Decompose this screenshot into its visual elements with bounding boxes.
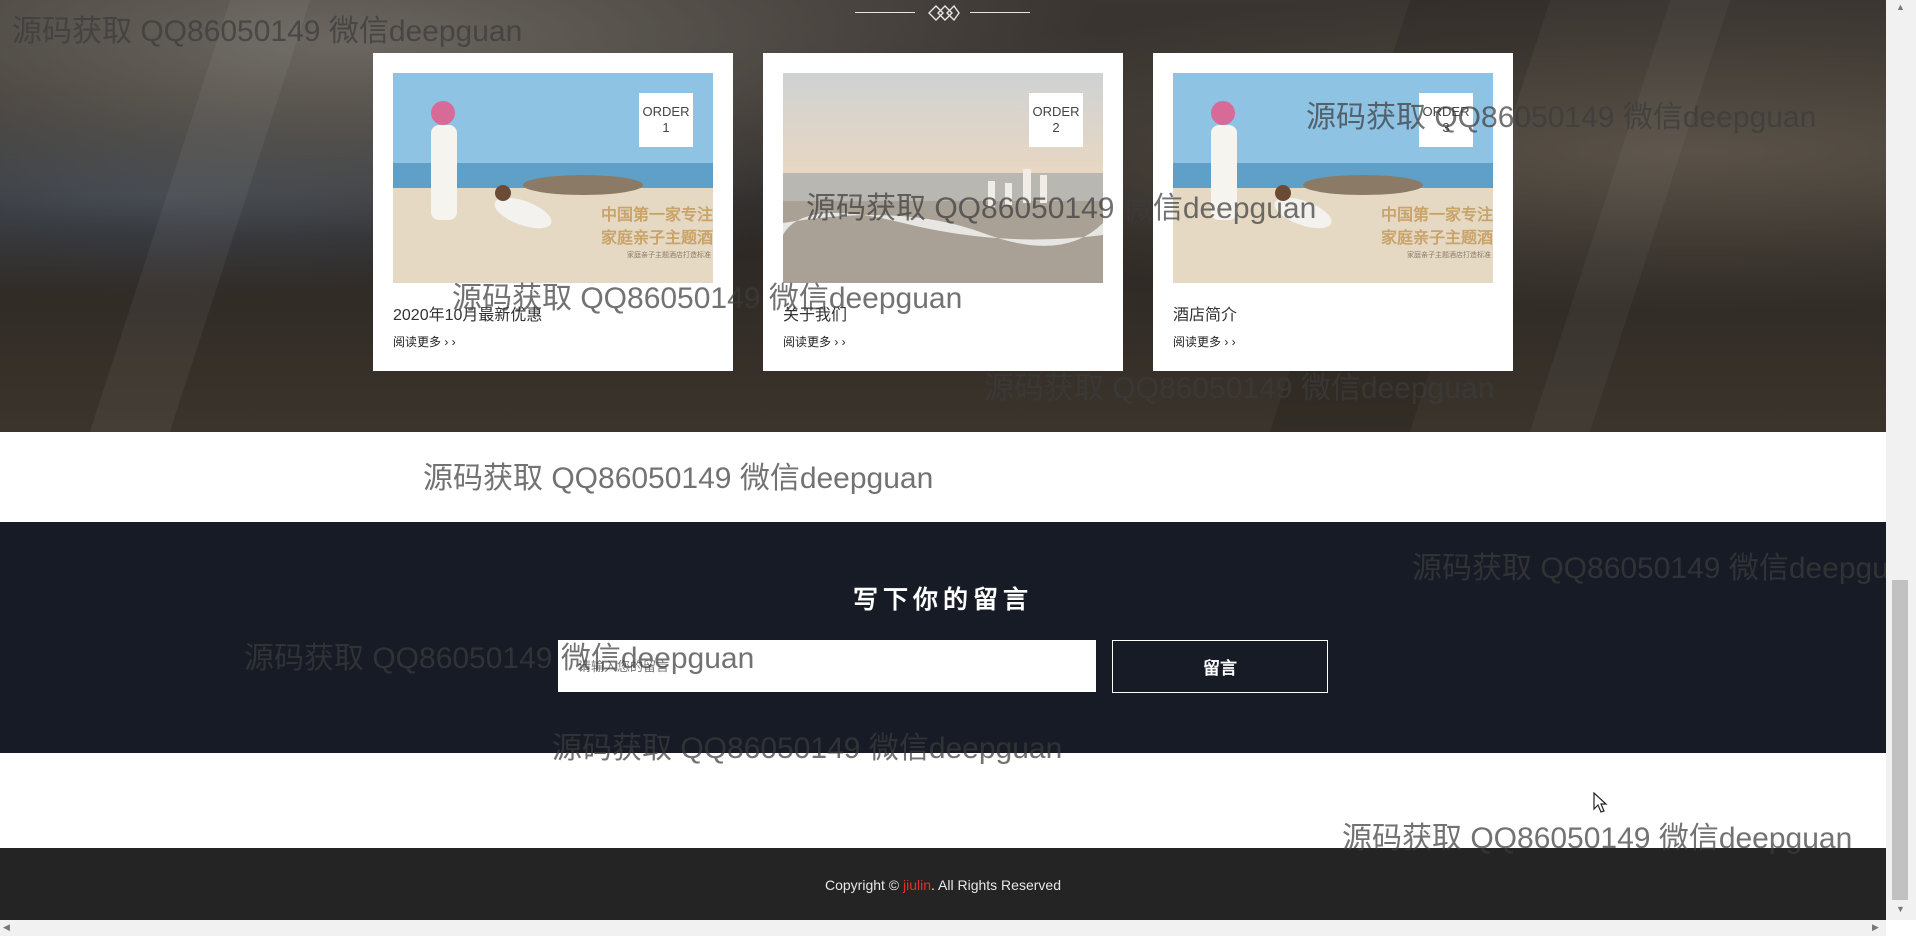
article-card[interactable]: 中国第一家专注 家庭亲子主题酒 家庭亲子主题酒店打造标准 ORDER 3 酒店简…	[1153, 53, 1513, 371]
hero-photo-section: 中国第一家专注 家庭亲子主题酒 家庭亲子主题酒店打造标准 ORDER 1 202…	[0, 0, 1886, 432]
read-more-link[interactable]: 阅读更多 › ›	[783, 333, 846, 350]
promo-text-line-2: 家庭亲子主题酒	[600, 230, 713, 247]
card-title[interactable]: 酒店简介	[1173, 301, 1237, 325]
read-more-link[interactable]: 阅读更多 › ›	[1173, 333, 1236, 350]
promo-text-line-1: 中国第一家专注	[600, 207, 713, 224]
promo-text-line-1: 中国第一家专注	[1380, 207, 1493, 224]
message-input[interactable]	[558, 640, 1096, 692]
scroll-down-arrow-icon[interactable]: ▼	[1896, 904, 1905, 914]
copyright-prefix: Copyright ©	[825, 877, 904, 893]
mouse-cursor-icon	[1593, 792, 1608, 813]
order-badge: ORDER 3	[1419, 93, 1473, 147]
footer: Copyright © jiulin. All Rights Reserved	[0, 848, 1886, 920]
article-card[interactable]: 中国第一家专注 家庭亲子主题酒 家庭亲子主题酒店打造标准 ORDER 1 202…	[373, 53, 733, 371]
beach-family-photo[interactable]: 中国第一家专注 家庭亲子主题酒 家庭亲子主题酒店打造标准 ORDER 1	[393, 73, 713, 283]
promo-subline: 家庭亲子主题酒店打造标准	[627, 252, 711, 259]
card-title[interactable]: 2020年10月最新优惠	[393, 301, 542, 325]
card-title[interactable]: 关于我们	[783, 301, 847, 325]
section-divider-left	[855, 12, 915, 13]
copyright-text: Copyright © jiulin. All Rights Reserved	[0, 877, 1886, 893]
message-section: 写下你的留言 留言	[0, 522, 1886, 753]
order-badge: ORDER 2	[1029, 93, 1083, 147]
vertical-scrollbar[interactable]: ▲ ▼	[1886, 0, 1916, 920]
watermark: 源码获取 QQ86050149 微信deepguan	[423, 462, 934, 495]
order-number: 2	[1052, 120, 1060, 135]
vertical-scroll-thumb[interactable]	[1892, 580, 1908, 900]
section-divider-right	[970, 12, 1030, 13]
submit-message-button[interactable]: 留言	[1112, 640, 1328, 693]
promo-text-line-2: 家庭亲子主题酒	[1380, 230, 1493, 247]
order-word: ORDER	[1422, 104, 1470, 119]
page-viewport: 中国第一家专注 家庭亲子主题酒 家庭亲子主题酒店打造标准 ORDER 1 202…	[0, 0, 1886, 920]
scroll-right-arrow-icon[interactable]: ▶	[1872, 922, 1879, 933]
sunset-beach-photo[interactable]: ORDER 2	[783, 73, 1103, 283]
beach-family-photo[interactable]: 中国第一家专注 家庭亲子主题酒 家庭亲子主题酒店打造标准 ORDER 3	[1173, 73, 1493, 283]
diamond-divider-icon	[928, 5, 960, 21]
order-word: ORDER	[1032, 104, 1080, 119]
scroll-left-arrow-icon[interactable]: ◀	[3, 922, 10, 933]
scroll-up-arrow-icon[interactable]: ▲	[1896, 2, 1905, 12]
horizontal-scrollbar[interactable]: ◀ ▶	[0, 920, 1886, 936]
order-badge: ORDER 1	[639, 93, 693, 147]
order-number: 3	[1442, 120, 1450, 135]
order-number: 1	[662, 120, 670, 135]
brand-link[interactable]: jiulin	[903, 877, 931, 893]
read-more-link[interactable]: 阅读更多 › ›	[393, 333, 456, 350]
article-card[interactable]: ORDER 2 关于我们 阅读更多 › ›	[763, 53, 1123, 371]
message-section-title: 写下你的留言	[852, 586, 1033, 614]
promo-subline: 家庭亲子主题酒店打造标准	[1407, 252, 1491, 259]
order-word: ORDER	[642, 104, 690, 119]
copyright-suffix: . All Rights Reserved	[931, 877, 1061, 893]
